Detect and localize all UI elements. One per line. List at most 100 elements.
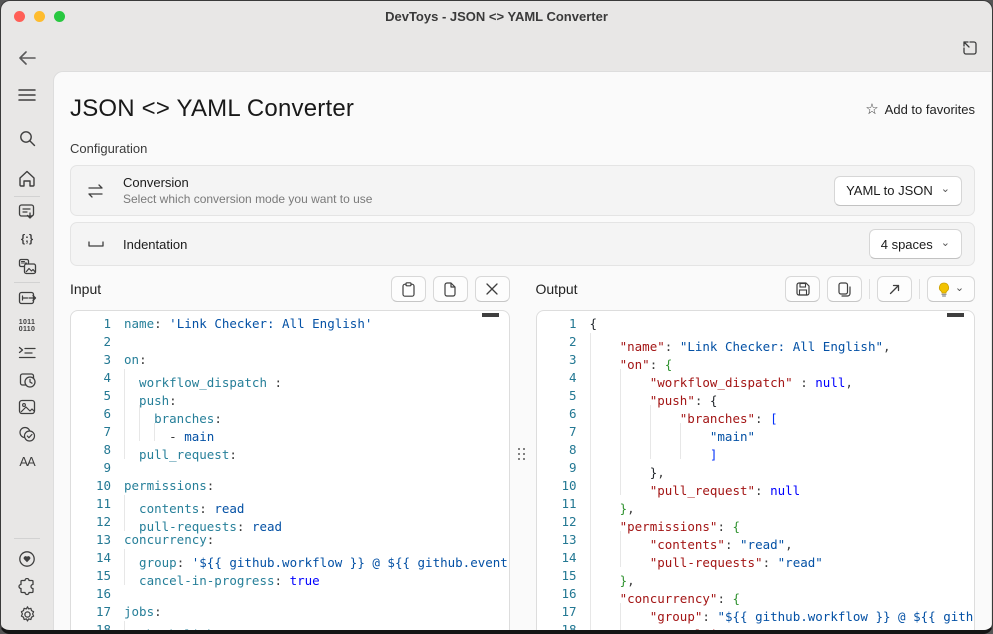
copy-output-button[interactable] (827, 276, 862, 302)
window-title: DevToys - JSON <> YAML Converter (385, 9, 608, 24)
code-line: 12"permissions": { (537, 513, 975, 531)
output-editor[interactable]: 1{2"name": "Link Checker: All English",3… (536, 310, 976, 630)
sidebar-divider (14, 282, 40, 283)
toolbar-separator (919, 279, 920, 299)
smart-detection-button[interactable]: ⌄ (927, 276, 975, 302)
add-to-favorites-button[interactable]: ☆ Add to favorites (865, 100, 975, 118)
code-line: 6branches: (71, 405, 509, 423)
code-line: 6"branches": [ (537, 405, 975, 423)
code-line: 8] (537, 441, 975, 459)
copy-icon (838, 282, 851, 297)
page-title: JSON <> YAML Converter (70, 95, 354, 123)
sidebar: {;} 1011 0110 AA (1, 31, 53, 630)
code-line: 1{ (537, 315, 975, 333)
input-editor[interactable]: 1name: 'Link Checker: All English'23on:4… (70, 310, 510, 630)
compact-overlay-icon (961, 39, 978, 56)
workspace: Input 1name: 'Link (70, 276, 975, 630)
input-pane-title: Input (70, 281, 101, 297)
toolbar-separator (869, 279, 870, 299)
indentation-setting-card: Indentation 4 spaces ⌄ (70, 222, 975, 266)
code-line: 17"group": "${{ github.workflow }} @ ${{… (537, 603, 975, 621)
settings-icon[interactable] (17, 604, 37, 624)
code-line: 14"pull-requests": "read" (537, 549, 975, 567)
main-panel: JSON <> YAML Converter ☆ Add to favorite… (53, 71, 991, 630)
zoom-window-button[interactable] (54, 11, 65, 22)
code-line: 5push: (71, 387, 509, 405)
date-time-icon[interactable] (17, 370, 37, 390)
add-to-favorites-label: Add to favorites (885, 102, 975, 117)
code-line: 4workflow_dispatch : (71, 369, 509, 387)
pane-splitter[interactable] (510, 276, 536, 630)
encoders-decoders-icon[interactable] (17, 288, 37, 308)
chevron-down-icon: ⌄ (955, 283, 964, 294)
indentation-dropdown[interactable]: 4 spaces ⌄ (869, 229, 962, 259)
save-icon (796, 282, 810, 296)
input-pane: Input 1name: 'Link (70, 276, 510, 630)
configuration-section-label: Configuration (70, 141, 975, 156)
compact-overlay-button[interactable] (958, 36, 980, 58)
file-icon (444, 282, 456, 297)
extensions-icon[interactable] (17, 577, 37, 597)
formatters-icon[interactable]: {;} (17, 229, 37, 249)
code-line: 1name: 'Link Checker: All English' (71, 315, 509, 333)
code-line: 9}, (537, 459, 975, 477)
save-output-button[interactable] (785, 276, 820, 302)
code-line: 11contents: read (71, 495, 509, 513)
paste-button[interactable] (391, 276, 426, 302)
swap-arrows-icon (85, 184, 107, 198)
clipboard-icon (402, 282, 415, 297)
sidebar-divider (14, 196, 40, 197)
code-line: 4"workflow_dispatch" : null, (537, 369, 975, 387)
code-line: 17jobs: (71, 603, 509, 621)
favorites-icon[interactable] (17, 549, 37, 569)
chevron-down-icon: ⌄ (941, 184, 950, 195)
close-icon (486, 283, 498, 295)
conversion-subtitle: Select which conversion mode you want to… (123, 192, 834, 206)
code-line: 3on: (71, 351, 509, 369)
conversion-mode-value: YAML to JSON (846, 183, 933, 198)
output-pane: Output (536, 276, 976, 630)
minimize-window-button[interactable] (34, 11, 45, 22)
conversion-mode-dropdown[interactable]: YAML to JSON ⌄ (834, 176, 962, 206)
chevron-down-icon: ⌄ (941, 238, 950, 249)
text-tools-icon[interactable]: AA (17, 451, 37, 471)
conversion-title: Conversion (123, 175, 834, 190)
scrollbar-indicator[interactable] (947, 313, 964, 317)
app-window: DevToys - JSON <> YAML Converter {;} (0, 0, 993, 634)
converters-icon[interactable] (17, 201, 37, 221)
scrollbar-indicator[interactable] (482, 313, 499, 317)
menu-icon[interactable] (17, 85, 37, 105)
lightbulb-icon (938, 282, 950, 297)
output-pane-title: Output (536, 281, 578, 297)
code-line: 9 (71, 459, 509, 477)
code-line: 16"concurrency": { (537, 585, 975, 603)
search-icon[interactable] (17, 128, 37, 148)
code-line: 14group: '${{ github.workflow }} @ ${{ g… (71, 549, 509, 567)
splitter-grip-icon (518, 448, 525, 460)
conversion-setting-card: Conversion Select which conversion mode … (70, 165, 975, 216)
expand-icon (888, 283, 901, 296)
home-icon[interactable] (17, 168, 37, 188)
code-line: 13concurrency: (71, 531, 509, 549)
code-line: 18check-links: (71, 621, 509, 630)
binary-tools-icon[interactable]: 1011 0110 (17, 316, 37, 336)
code-line: 2"name": "Link Checker: All English", (537, 333, 975, 351)
sidebar-divider (14, 538, 40, 539)
image-tools-icon[interactable] (17, 397, 37, 417)
indentation-value: 4 spaces (881, 237, 933, 252)
code-line: 13"contents": "read", (537, 531, 975, 549)
code-line: 2 (71, 333, 509, 351)
expand-output-button[interactable] (877, 276, 912, 302)
clear-input-button[interactable] (475, 276, 510, 302)
code-line: 10"pull_request": null (537, 477, 975, 495)
load-file-button[interactable] (433, 276, 468, 302)
testers-icon[interactable] (17, 424, 37, 444)
graphic-generators-icon[interactable] (17, 256, 37, 276)
indentation-title: Indentation (123, 237, 869, 252)
code-line: 8pull_request: (71, 441, 509, 459)
title-bar[interactable]: DevToys - JSON <> YAML Converter (1, 1, 992, 31)
close-window-button[interactable] (14, 11, 25, 22)
code-line: 7- main (71, 423, 509, 441)
spacebar-icon (85, 239, 107, 249)
cli-tools-icon[interactable] (17, 343, 37, 363)
